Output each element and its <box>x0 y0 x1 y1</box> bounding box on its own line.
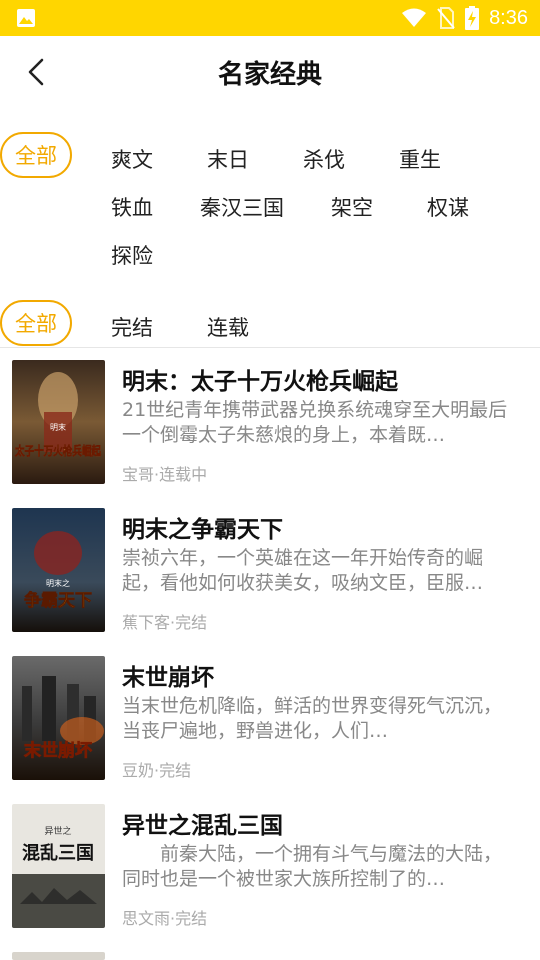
book-item[interactable]: 明末之 争霸天下 明末之争霸天下 崇祯六年，一个英雄在这一年开始传奇的崛起，看他… <box>0 508 540 656</box>
book-cover: 明末之 争霸天下 <box>12 508 105 632</box>
book-meta: 思文雨·完结 <box>122 909 208 928</box>
cover-title: 末世崩坏 <box>24 740 92 761</box>
cover-badge: 明末之 <box>46 578 70 588</box>
cover-badge: 明末 <box>50 422 66 432</box>
genre-tag[interactable]: 末日 <box>207 144 249 174</box>
genre-tag[interactable]: 铁血 <box>111 192 153 222</box>
app-header: 名家经典 <box>0 36 540 108</box>
cover-title: 太子十万火枪兵崛起 <box>15 443 102 458</box>
status-filter-completed[interactable]: 完结 <box>111 312 153 342</box>
status-bar: 8:36 <box>0 0 540 36</box>
cover-title: 混乱三国 <box>22 843 94 864</box>
genre-tag[interactable]: 爽文 <box>111 144 153 174</box>
image-notification-icon <box>17 9 35 27</box>
book-title: 明末之争霸天下 <box>122 517 283 543</box>
book-meta: 宝哥·连载中 <box>122 465 208 484</box>
divider <box>0 347 540 348</box>
genre-tag[interactable]: 探险 <box>111 240 153 270</box>
genre-tag[interactable]: 架空 <box>331 192 373 222</box>
book-item-partial[interactable] <box>0 952 540 960</box>
status-filter-all[interactable]: 全部 <box>0 300 72 346</box>
book-cover: 异世之 混乱三国 <box>12 804 105 928</box>
cover-badge: 异世之 <box>44 825 71 837</box>
book-item[interactable]: 异世之 混乱三国 异世之混乱三国 前秦大陆，一个拥有斗气与魔法的大陆，同时也是一… <box>0 804 540 952</box>
status-filter-serializing[interactable]: 连载 <box>207 312 249 342</box>
book-meta: 蕉下客·完结 <box>122 613 208 632</box>
genre-filter-all[interactable]: 全部 <box>0 132 72 178</box>
status-time: 8:36 <box>489 6 528 29</box>
genre-tag[interactable]: 权谋 <box>427 192 469 222</box>
book-description: 21世纪青年携带武器兑换系统魂穿至大明最后一个倒霉太子朱慈烺的身上，本着既… <box>122 399 508 446</box>
book-title: 异世之混乱三国 <box>122 813 283 839</box>
book-item[interactable]: 明末 太子十万火枪兵崛起 明末：太子十万火枪兵崛起 21世纪青年携带武器兑换系统… <box>0 360 540 508</box>
book-description: 前秦大陆，一个拥有斗气与魔法的大陆，同时也是一个被世家大族所控制了的… <box>122 843 503 890</box>
book-description: 当末世危机降临，鲜活的世界变得死气沉沉， 当丧尸遍地，野兽进化，人们… <box>122 695 520 742</box>
cover-title: 争霸天下 <box>24 590 92 611</box>
genre-tag[interactable]: 秦汉三国 <box>200 192 284 222</box>
book-cover: 明末 太子十万火枪兵崛起 <box>12 360 105 484</box>
wifi-icon <box>402 8 427 27</box>
book-description: 崇祯六年，一个英雄在这一年开始传奇的崛起，看他如何收获美女，吸纳文臣，臣服… <box>122 547 484 594</box>
genre-tag[interactable]: 重生 <box>399 144 441 174</box>
book-item[interactable]: 末世崩坏 末世崩坏 当末世危机降临，鲜活的世界变得死气沉沉， 当丧尸遍地，野兽进… <box>0 656 540 804</box>
genre-tag[interactable]: 杀伐 <box>303 144 345 174</box>
book-cover <box>12 952 105 960</box>
book-cover: 末世崩坏 <box>12 656 105 780</box>
battery-charging-icon <box>465 6 480 30</box>
book-meta: 豆奶·完结 <box>122 761 192 780</box>
book-title: 明末：太子十万火枪兵崛起 <box>122 369 398 395</box>
book-title: 末世崩坏 <box>122 665 214 691</box>
no-sim-icon <box>437 7 455 29</box>
page-title: 名家经典 <box>217 60 322 90</box>
